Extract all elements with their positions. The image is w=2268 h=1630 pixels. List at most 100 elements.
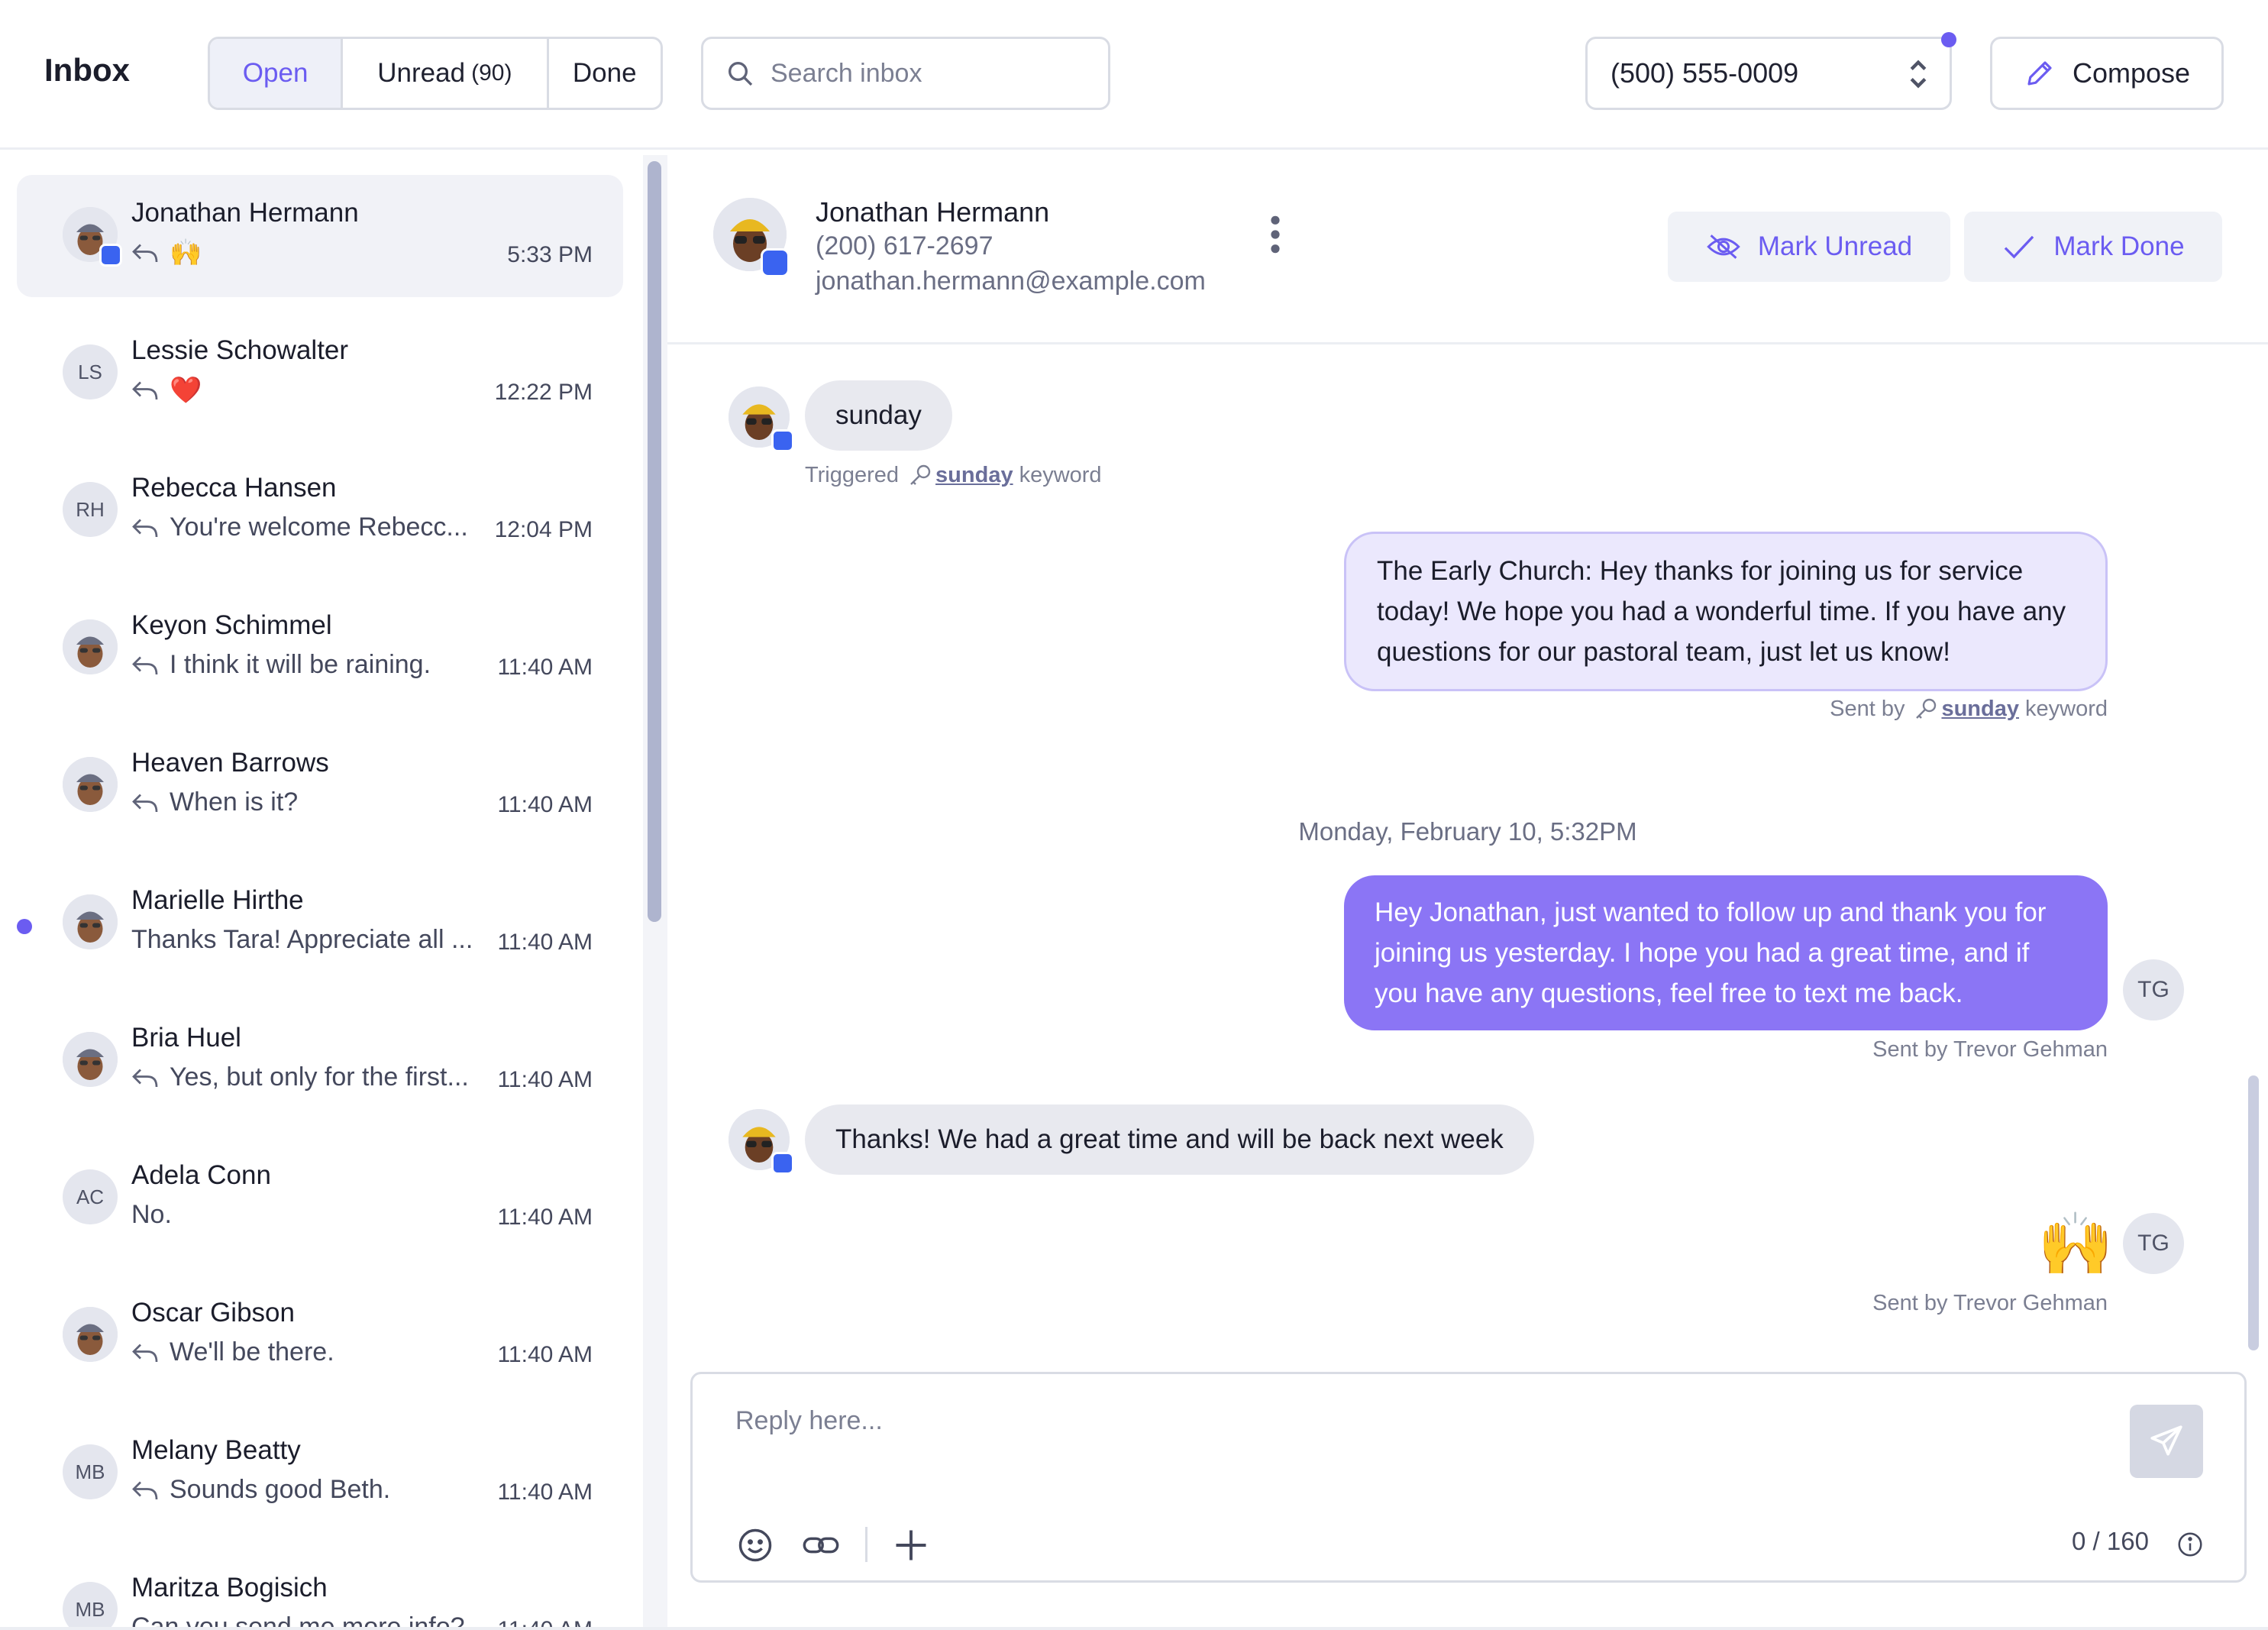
conversation-item[interactable]: Oscar Gibson We'll be there. 11:40 AM — [17, 1275, 623, 1397]
conversation-preview: Sounds good Beth. — [131, 1475, 390, 1505]
tab-unread[interactable]: Unread (90) — [343, 39, 549, 108]
conversation-name: Jonathan Hermann — [131, 198, 359, 228]
conversation-time: 11:40 AM — [497, 930, 593, 955]
preview-text: 🙌 — [170, 238, 202, 267]
keyword-link[interactable]: sunday — [935, 463, 1013, 488]
avatar-initials: MB — [75, 1597, 105, 1621]
reply-arrow-icon — [132, 794, 158, 812]
preview-text: Thanks Tara! Appreciate all ... — [131, 925, 473, 954]
preview-text: No. — [131, 1200, 172, 1229]
conversation-name: Adela Conn — [131, 1160, 271, 1190]
key-icon — [910, 464, 931, 485]
avatar — [63, 619, 118, 674]
preview-text: You're welcome Rebecc... — [170, 513, 468, 542]
contact-avatar[interactable] — [713, 198, 790, 277]
scrollbar-thumb[interactable] — [648, 161, 661, 922]
memoji-avatar-icon — [63, 757, 118, 812]
avatar-initials: RH — [76, 497, 105, 521]
outgoing-message: Hey Jonathan, just wanted to follow up a… — [1344, 875, 2108, 1030]
mark-done-button[interactable]: Mark Done — [1964, 212, 2222, 282]
conversation-item[interactable]: Bria Huel Yes, but only for the first... 1… — [17, 1000, 623, 1122]
mark-unread-label: Mark Unread — [1757, 231, 1913, 261]
link-icon[interactable] — [801, 1525, 841, 1565]
sidebar-scrollbar[interactable] — [643, 155, 667, 1629]
conversation-item[interactable]: Jonathan Hermann 🙌 5:33 PM — [17, 175, 623, 297]
plus-icon[interactable] — [891, 1525, 931, 1565]
memoji-avatar-icon — [63, 1307, 118, 1362]
conversation-preview: 🙌 — [131, 238, 202, 268]
tab-open-label: Open — [242, 58, 309, 88]
conversation-time: 11:40 AM — [497, 1342, 593, 1367]
avatar-initials: LS — [78, 360, 102, 383]
conversation-preview: I think it will be raining. — [131, 650, 431, 680]
memoji-avatar-icon — [63, 1032, 118, 1087]
contact-avatar — [729, 1109, 794, 1175]
conversation-time: 11:40 AM — [497, 1480, 593, 1505]
tab-open[interactable]: Open — [210, 39, 344, 108]
meta-prefix: Triggered — [805, 462, 900, 487]
conversation-preview: ❤️ — [131, 375, 202, 406]
conversation-item[interactable]: MB Maritza Bogisich Can you send me more i… — [17, 1550, 623, 1630]
tab-done[interactable]: Done — [549, 39, 661, 108]
phone-number-select[interactable]: (500) 555-0009 — [1585, 37, 1952, 110]
avatar: MB — [63, 1582, 118, 1630]
send-button[interactable] — [2130, 1405, 2203, 1478]
conversation-item[interactable]: AC Adela Conn No. 11:40 AM — [17, 1137, 623, 1260]
search-box — [701, 37, 1110, 110]
mark-unread-button[interactable]: Mark Unread — [1668, 212, 1950, 282]
reply-input[interactable] — [735, 1406, 2034, 1460]
incoming-message: sunday — [805, 380, 952, 451]
avatar — [63, 1307, 118, 1362]
conversation-item[interactable]: LS Lessie Schowalter ❤️ 12:22 PM — [17, 312, 623, 435]
conversation-preview: Yes, but only for the first... — [131, 1062, 469, 1092]
reply-arrow-icon — [132, 381, 158, 400]
phone-number-value: (500) 555-0009 — [1611, 57, 1799, 89]
avatar-initials: AC — [76, 1185, 105, 1208]
eye-off-icon — [1707, 234, 1740, 259]
more-options-icon[interactable] — [1266, 213, 1284, 256]
conversation-name: Lessie Schowalter — [131, 335, 349, 365]
memoji-avatar-icon — [63, 619, 118, 674]
sms-channel-icon — [771, 1152, 794, 1175]
emoji-icon[interactable] — [735, 1525, 775, 1565]
conversation-item[interactable]: RH Rebecca Hansen You're welcome Rebecc...… — [17, 450, 623, 572]
compose-button[interactable]: Compose — [1990, 37, 2224, 110]
contact-name[interactable]: Jonathan Hermann — [816, 196, 1049, 228]
send-icon — [2150, 1425, 2182, 1456]
chevron-up-down-icon — [1910, 60, 1927, 89]
inbox-app: Inbox Open Unread (90) Done (500) 555-00… — [0, 0, 2268, 1630]
sent-by-meta: Sent by Trevor Gehman — [1872, 1291, 2108, 1315]
conversation-name: Oscar Gibson — [131, 1298, 295, 1328]
reply-arrow-icon — [132, 1069, 158, 1087]
unread-count: (90) — [471, 60, 512, 86]
tab-done-label: Done — [572, 58, 637, 88]
compose-label: Compose — [2072, 57, 2191, 89]
thread-scrollbar[interactable] — [2248, 1075, 2259, 1350]
message-meta: Triggered sunday keyword — [805, 461, 1102, 489]
conversation-name: Keyon Schimmel — [131, 610, 332, 640]
preview-text: When is it? — [170, 788, 299, 817]
contact-email: jonathan.hermann@example.com — [816, 267, 1206, 296]
preview-text: I think it will be raining. — [170, 650, 431, 679]
info-icon[interactable] — [2176, 1530, 2205, 1559]
automated-message: The Early Church: Hey thanks for joining… — [1344, 532, 2108, 691]
conversation-preview: You're welcome Rebecc... — [131, 513, 468, 542]
avatar — [63, 757, 118, 812]
conversation-header: Jonathan Hermann (200) 617-2697 jonathan… — [667, 152, 2268, 344]
conversation-item[interactable]: Marielle Hirthe Thanks Tara! Appreciate a… — [17, 862, 623, 985]
character-count: 0 / 160 — [2072, 1527, 2149, 1555]
conversation-item[interactable]: MB Melany Beatty Sounds good Beth. 11:40 AM — [17, 1412, 623, 1535]
conversation-time: 5:33 PM — [507, 242, 593, 267]
conversation-item[interactable]: Keyon Schimmel I think it will be raining… — [17, 587, 623, 710]
conversation-item[interactable]: Heaven Barrows When is it? 11:40 AM — [17, 725, 623, 847]
keyword-link[interactable]: sunday — [1941, 697, 2019, 722]
memoji-avatar-icon — [63, 894, 118, 949]
conversation-time: 11:40 AM — [497, 1067, 593, 1092]
avatar: RH — [63, 482, 118, 537]
avatar — [63, 894, 118, 949]
conversation-name: Rebecca Hansen — [131, 473, 337, 503]
bottom-border — [0, 1627, 2268, 1630]
avatar: MB — [63, 1444, 118, 1499]
search-input[interactable] — [771, 58, 1091, 89]
notification-dot — [1941, 32, 1956, 47]
